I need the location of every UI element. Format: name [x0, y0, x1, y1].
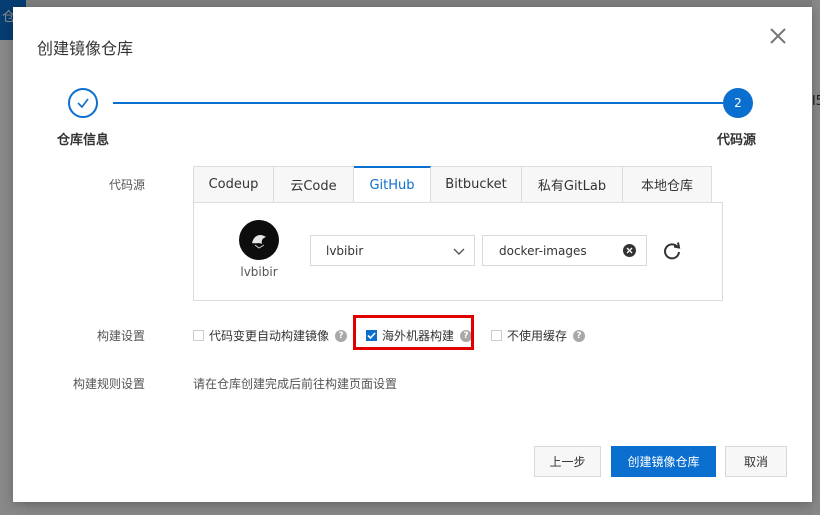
no-cache-label: 不使用缓存: [507, 329, 568, 343]
tab-codeup[interactable]: Codeup: [193, 166, 274, 203]
auto-build-label: 代码变更自动构建镜像: [209, 329, 330, 343]
tab-github[interactable]: GitHub: [354, 166, 431, 203]
clear-icon[interactable]: [623, 244, 636, 257]
create-repo-dialog: 创建镜像仓库 仓库信息 2 代码源 代码源 Codeup 云Code GitHu…: [13, 7, 812, 502]
step-1-label: 仓库信息: [57, 133, 110, 148]
build-settings-label: 构建设置: [96, 329, 145, 343]
source-tabs: Codeup 云Code GitHub Bitbucket 私有GitLab 本…: [193, 166, 712, 203]
auto-build-checkbox-box[interactable]: [193, 330, 204, 341]
repo-input-value: docker-images: [499, 244, 587, 258]
help-icon[interactable]: ?: [573, 329, 586, 342]
avatar: [239, 220, 279, 260]
tab-yuncode[interactable]: 云Code: [274, 166, 354, 203]
auto-build-checkbox[interactable]: 代码变更自动构建镜像 ?: [193, 327, 348, 344]
highlight-box: [353, 315, 474, 350]
avatar-image: [252, 235, 266, 249]
source-label: 代码源: [108, 178, 145, 192]
no-cache-checkbox[interactable]: 不使用缓存 ?: [491, 327, 586, 344]
build-rules-text: 请在仓库创建完成后前往构建页面设置: [193, 377, 398, 391]
step-progress-line: [113, 102, 723, 104]
step-1-indicator: [68, 88, 98, 118]
dialog-title: 创建镜像仓库: [37, 39, 134, 58]
tab-bitbucket[interactable]: Bitbucket: [431, 166, 522, 203]
close-icon[interactable]: [767, 25, 789, 47]
namespace-select-value: lvbibir: [326, 244, 364, 258]
tab-local-repo[interactable]: 本地仓库: [623, 166, 712, 203]
help-icon[interactable]: ?: [335, 329, 348, 342]
repo-input[interactable]: docker-images: [482, 235, 647, 266]
account-name: lvbibir: [240, 265, 278, 279]
namespace-select[interactable]: lvbibir: [310, 235, 475, 266]
cancel-button[interactable]: 取消: [725, 446, 787, 477]
github-panel: lvbibir lvbibir docker-images: [193, 202, 723, 301]
create-repo-button[interactable]: 创建镜像仓库: [611, 446, 716, 477]
build-rules-label: 构建规则设置: [72, 377, 145, 391]
check-icon: [77, 98, 89, 109]
prev-step-button[interactable]: 上一步: [534, 446, 601, 477]
tab-private-gitlab[interactable]: 私有GitLab: [522, 166, 623, 203]
refresh-icon[interactable]: [662, 241, 682, 261]
chevron-down-icon: [453, 248, 465, 255]
step-2-indicator: 2: [723, 88, 753, 118]
step-2-label: 代码源: [717, 133, 757, 148]
no-cache-checkbox-box[interactable]: [491, 330, 502, 341]
